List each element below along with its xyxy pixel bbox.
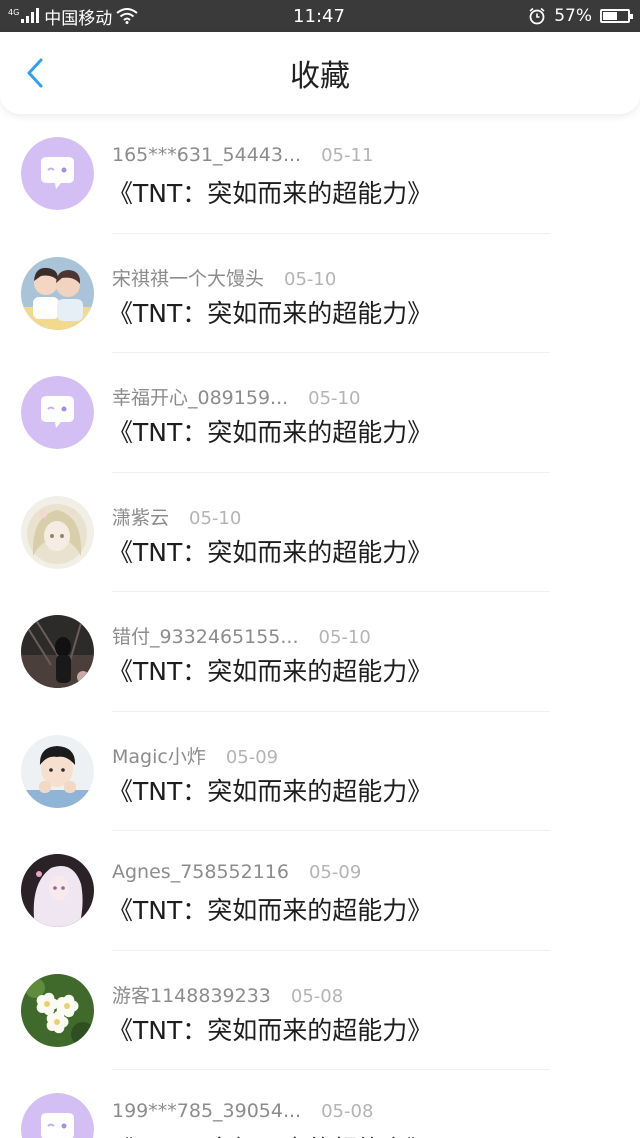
list-item[interactable]: 错付_9332465155... 05-10 《TNT：突如而来的超能力》	[0, 592, 640, 712]
avatar-anime-girl-image	[21, 495, 94, 569]
network-tag: 4G	[8, 7, 20, 17]
carrier-name: 中国移动	[44, 8, 113, 29]
avatar-flower-photo-image	[21, 973, 94, 1047]
avatar-dark-photo-image	[21, 615, 94, 688]
avatar-default-chat-image	[21, 376, 94, 449]
signal-icon	[21, 8, 40, 23]
username[interactable]: Agnes_758552116	[112, 861, 289, 883]
date: 05-10	[189, 507, 242, 529]
chevron-left-icon	[27, 58, 43, 88]
item-meta: Magic小炸 05-09	[112, 742, 278, 769]
date: 05-09	[308, 862, 362, 883]
date: 05-09	[225, 746, 279, 768]
book-title[interactable]: 《TNT：突如而来的超能力》	[108, 294, 432, 330]
item-meta: 199***785_39054... 05-08	[112, 1100, 373, 1122]
list-item[interactable]: 165***631_54443... 05-11 《TNT：突如而来的超能力》	[0, 114, 640, 234]
item-meta: 潇紫云 05-10	[112, 503, 241, 530]
list-item[interactable]: 潇紫云 05-10 《TNT：突如而来的超能力》	[0, 473, 640, 593]
book-title[interactable]: 《TNT：突如而来的超能力》	[108, 1011, 432, 1047]
status-right: 57%	[423, 6, 633, 26]
avatar[interactable]	[21, 854, 94, 927]
username[interactable]: 宋祺祺一个大馒头	[112, 264, 264, 291]
item-meta: 宋祺祺一个大馒头 05-10	[112, 264, 336, 291]
book-title[interactable]: 《TNT：突如而来的超能力》	[108, 413, 432, 449]
item-meta: Agnes_758552116 05-09	[112, 861, 361, 883]
back-button[interactable]	[18, 56, 52, 90]
favorites-list: 165***631_54443... 05-11 《TNT：突如而来的超能力》 …	[0, 114, 640, 1138]
avatar-anime-white-image	[21, 854, 94, 927]
date: 05-10	[318, 627, 371, 648]
list-item[interactable]: Agnes_758552116 05-09 《TNT：突如而来的超能力》	[0, 831, 640, 951]
alarm-icon	[529, 7, 545, 25]
date: 05-11	[321, 145, 374, 166]
battery-icon	[599, 9, 633, 23]
username[interactable]: 游客1148839233	[112, 981, 271, 1008]
book-title[interactable]: 《TNT：突如而来的超能力》	[108, 891, 432, 927]
status-left: 4G 中国移动	[8, 4, 215, 29]
date: 05-08	[321, 1101, 374, 1122]
avatar[interactable]	[21, 495, 94, 569]
avatar-boy-photo-image	[21, 734, 94, 808]
item-meta: 游客1148839233 05-08	[112, 981, 343, 1008]
avatar-default-chat-image	[21, 137, 94, 210]
status-time: 11:47	[293, 5, 345, 27]
list-item[interactable]: Magic小炸 05-09 《TNT：突如而来的超能力》	[0, 712, 640, 832]
list-item[interactable]: 199***785_39054... 05-08 《TNT：突如而来的超能力》	[0, 1070, 640, 1138]
wifi-icon	[116, 8, 138, 24]
avatar[interactable]	[21, 137, 94, 210]
book-title[interactable]: 《TNT：突如而来的超能力》	[108, 772, 432, 808]
book-title[interactable]: 《TNT：突如而来的超能力》	[108, 533, 432, 569]
avatar[interactable]	[21, 615, 94, 688]
avatar[interactable]	[21, 734, 94, 808]
status-bar: 4G 中国移动 11:47 57%	[0, 0, 640, 32]
list-item[interactable]: 宋祺祺一个大馒头 05-10 《TNT：突如而来的超能力》	[0, 234, 640, 354]
avatar-default-chat-image	[21, 1093, 94, 1138]
book-title[interactable]: 《TNT：突如而来的超能力》	[108, 652, 432, 688]
battery-level	[602, 12, 617, 20]
page-title: 收藏	[290, 59, 350, 94]
date: 05-10	[308, 388, 361, 409]
avatar[interactable]	[21, 973, 94, 1047]
date: 05-10	[284, 268, 337, 290]
book-title[interactable]: 《TNT：突如而来的超能力》	[108, 174, 432, 210]
avatar[interactable]	[21, 376, 94, 449]
username[interactable]: 199***785_39054...	[112, 1100, 301, 1122]
username[interactable]: 潇紫云	[112, 503, 169, 530]
username[interactable]: Magic小炸	[112, 742, 206, 769]
item-meta: 165***631_54443... 05-11	[112, 144, 373, 166]
header: 收藏	[0, 32, 640, 114]
battery-percent: 57%	[554, 6, 592, 26]
item-meta: 幸福开心_089159... 05-10	[112, 383, 360, 410]
avatar[interactable]	[21, 1093, 94, 1138]
username[interactable]: 错付_9332465155...	[112, 622, 299, 649]
username[interactable]: 165***631_54443...	[112, 144, 301, 166]
book-title[interactable]: 《TNT：突如而来的超能力》	[108, 1130, 432, 1138]
list-item[interactable]: 幸福开心_089159... 05-10 《TNT：突如而来的超能力》	[0, 353, 640, 473]
username[interactable]: 幸福开心_089159...	[112, 383, 288, 410]
date: 05-08	[290, 985, 344, 1007]
avatar[interactable]	[21, 256, 94, 330]
list-item[interactable]: 游客1148839233 05-08 《TNT：突如而来的超能力》	[0, 951, 640, 1071]
item-meta: 错付_9332465155... 05-10	[112, 622, 371, 649]
avatar-photo-duo-image	[21, 256, 94, 330]
